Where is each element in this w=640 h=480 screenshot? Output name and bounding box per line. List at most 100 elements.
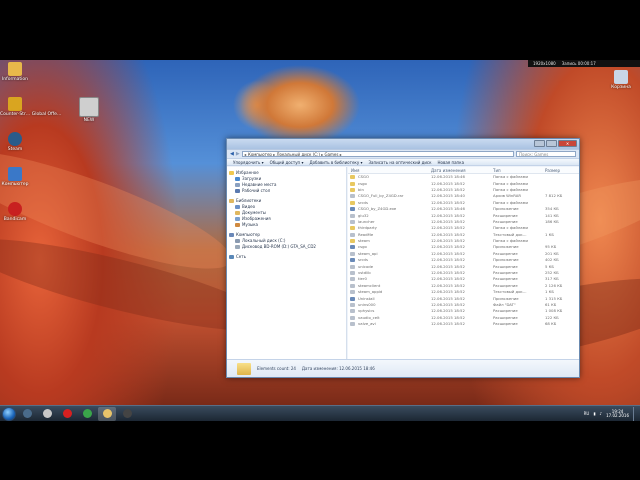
address-input[interactable]: ▸ Компьютер ▸ Локальный диск (C:) ▸ Game… xyxy=(241,151,514,157)
file-size: 186 КБ xyxy=(545,218,559,224)
organize-button[interactable]: Упорядочить ▾ xyxy=(233,160,264,165)
file-rows: CSGO 12.06.2015 18:46 Папка с файлами csgo 1… xyxy=(348,174,579,327)
file-name: vaudio_celt xyxy=(358,314,380,320)
file-row[interactable]: tier0 12.06.2015 18:52 Расширение 317 КБ xyxy=(348,276,579,282)
volume-icon[interactable]: ♪ xyxy=(600,411,603,417)
file-size: 2 126 КБ xyxy=(545,282,563,288)
file-type: Текстовый док… xyxy=(493,289,527,295)
file-size: 7 812 КБ xyxy=(545,193,563,199)
forward-icon[interactable]: ▶ xyxy=(236,151,240,157)
nav-item-label: Дисковод BD-ROM (D:) GTA_SA_CD2 xyxy=(242,244,316,249)
details-pane: Elements count: 24 Дата изменения: 12.06… xyxy=(227,359,579,377)
back-icon[interactable]: ◀ xyxy=(230,151,234,157)
file-row[interactable]: vphysics 12.06.2015 18:52 Расширение 1 008 … xyxy=(348,308,579,314)
file-row[interactable]: vaudio_celt 12.06.2015 18:52 Расширение 122… xyxy=(348,315,579,321)
new-folder-button[interactable]: Новая папка xyxy=(438,160,465,165)
file-row[interactable]: unicode 12.06.2015 18:52 Расширение 5 КБ xyxy=(348,263,579,269)
file-name: steam_appid xyxy=(358,289,383,295)
file-row[interactable]: launcher 12.06.2015 18:52 Расширение 186 КБ xyxy=(348,219,579,225)
file-name: CSGO_Full_by_Z4GD.rar xyxy=(358,193,404,199)
maximize-button[interactable] xyxy=(546,140,557,147)
file-type: Файл "DAT" xyxy=(493,302,516,307)
close-button[interactable]: ✕ xyxy=(558,140,577,147)
file-row[interactable]: ReadMe 12.06.2015 18:52 Текстовый док… 1 КБ xyxy=(348,232,579,238)
desktop-icon-label: NEW xyxy=(83,118,95,123)
folder-icon xyxy=(237,362,251,375)
desktop-icon-label: Counter-Str… Global Offe… xyxy=(0,112,61,117)
file-size: 1 008 КБ xyxy=(545,308,563,314)
column-type[interactable]: Тип xyxy=(490,167,542,173)
language-indicator[interactable]: RU xyxy=(584,411,590,417)
nav-item[interactable]: Рабочий стол xyxy=(227,188,346,194)
add-to-library-button[interactable]: Добавить в библиотеку ▾ xyxy=(309,160,362,165)
taskbar-app-button[interactable] xyxy=(58,407,76,421)
file-date: 12.06.2015 18:52 xyxy=(431,250,465,256)
file-row[interactable]: glu32 12.06.2015 18:52 Расширение 141 КБ xyxy=(348,212,579,218)
nav-item[interactable]: Сеть xyxy=(227,254,346,260)
file-name: unicode xyxy=(358,263,374,269)
taskbar-app-button[interactable] xyxy=(98,406,116,421)
nav-item-label: Музыка xyxy=(242,222,258,227)
column-size[interactable]: Размер xyxy=(542,167,579,173)
file-name: launcher xyxy=(358,218,375,224)
desktop-icon-label: Information xyxy=(1,77,29,82)
desktop-icon-csgo[interactable]: Counter-Str… Global Offe… xyxy=(0,97,61,117)
file-row[interactable]: CSGO_Full_by_Z4GD.rar 12.06.2015 18:40 Арх… xyxy=(348,193,579,199)
search-input[interactable]: Поиск: Games xyxy=(516,151,576,157)
explorer-window[interactable]: ✕ ◀ ▶ ▸ Компьютер ▸ Локальный диск (C:) … xyxy=(226,138,580,378)
recording-bar: 1920x1080 Запись 00:00:17 xyxy=(528,60,640,67)
file-row[interactable]: srcds 12.06.2015 18:52 Приложение 402 КБ xyxy=(348,257,579,263)
file-row[interactable]: unins000 12.06.2015 18:52 Файл "DAT" 61 КБ xyxy=(348,302,579,308)
steam-icon xyxy=(8,132,22,146)
column-date[interactable]: Дата изменения xyxy=(428,167,490,173)
file-size: 122 КБ xyxy=(545,314,559,320)
file-row[interactable]: valve_avi 12.06.2015 18:52 Расширение 68 КБ xyxy=(348,321,579,327)
nav-item-icon xyxy=(235,239,240,243)
burn-button[interactable]: Записать на оптический диск xyxy=(368,160,431,165)
file-row[interactable]: Uninstall 12.06.2015 18:52 Приложение 1 315… xyxy=(348,295,579,301)
desktop-icon-new[interactable]: NEW xyxy=(74,97,104,123)
file-name: bin xyxy=(358,186,364,192)
start-button[interactable] xyxy=(2,406,16,421)
file-date: 12.06.2015 18:46 xyxy=(431,206,465,212)
explorer-titlebar[interactable]: ✕ xyxy=(227,139,579,149)
taskbar-app-button[interactable] xyxy=(78,407,96,421)
file-row[interactable]: CSGO_by_Z4GD.exe 12.06.2015 18:46 Приложен… xyxy=(348,206,579,212)
file-type: Архив WinRAR xyxy=(493,193,522,199)
nav-item[interactable]: Музыка xyxy=(227,222,346,228)
navigation-pane: Избранное Загрузки Недавние места Рабочий с… xyxy=(227,167,347,361)
file-row[interactable]: steam_api 12.06.2015 18:52 Расширение 201 К… xyxy=(348,251,579,257)
file-size: 252 КБ xyxy=(545,270,559,276)
minimize-button[interactable] xyxy=(534,140,545,147)
desktop-icon-recycle-bin[interactable]: Корзина xyxy=(606,70,636,90)
network-icon[interactable]: ▮ xyxy=(593,411,595,417)
zip-folder-icon xyxy=(79,97,99,117)
nav-item-icon xyxy=(229,255,234,259)
clock[interactable]: 19:24 17.02.2016 xyxy=(606,409,629,419)
share-button[interactable]: Общий доступ ▾ xyxy=(270,160,304,165)
file-date: 12.06.2015 18:52 xyxy=(431,186,465,192)
desktop-icon-bandicam[interactable]: Bandicam xyxy=(0,202,30,222)
column-headers: Имя Дата изменения Тип Размер xyxy=(348,167,579,174)
file-row[interactable]: vstdlib 12.06.2015 18:52 Расширение 252 КБ xyxy=(348,270,579,276)
file-name: unins000 xyxy=(358,302,376,307)
desktop-icon-label: Bandicam xyxy=(3,217,27,222)
desktop-icon-computer[interactable]: Компьютер xyxy=(0,167,30,187)
file-row[interactable]: steam_appid 12.06.2015 18:52 Текстовый док… xyxy=(348,289,579,295)
nav-item[interactable]: Дисковод BD-ROM (D:) GTA_SA_CD2 xyxy=(227,244,346,250)
file-type: Расширение xyxy=(493,218,518,224)
nav-item-icon xyxy=(229,233,234,237)
taskbar-app-button[interactable] xyxy=(118,407,136,421)
file-row[interactable]: csgo 12.06.2015 18:52 Приложение 95 КБ xyxy=(348,244,579,250)
file-type: Папка с файлами xyxy=(493,225,528,231)
show-desktop-button[interactable] xyxy=(633,407,638,421)
file-type: Расширение xyxy=(493,282,518,288)
file-row[interactable]: steamclient 12.06.2015 18:52 Расширение 2 1… xyxy=(348,283,579,289)
column-name[interactable]: Имя xyxy=(348,167,428,173)
taskbar-app-button[interactable] xyxy=(38,407,56,421)
taskbar-app-button[interactable] xyxy=(18,407,36,421)
monitor-icon xyxy=(122,409,132,418)
desktop-icon-steam[interactable]: Steam xyxy=(0,132,30,152)
file-name: steamclient xyxy=(358,282,381,288)
desktop-icon-information[interactable]: Information xyxy=(0,62,30,82)
